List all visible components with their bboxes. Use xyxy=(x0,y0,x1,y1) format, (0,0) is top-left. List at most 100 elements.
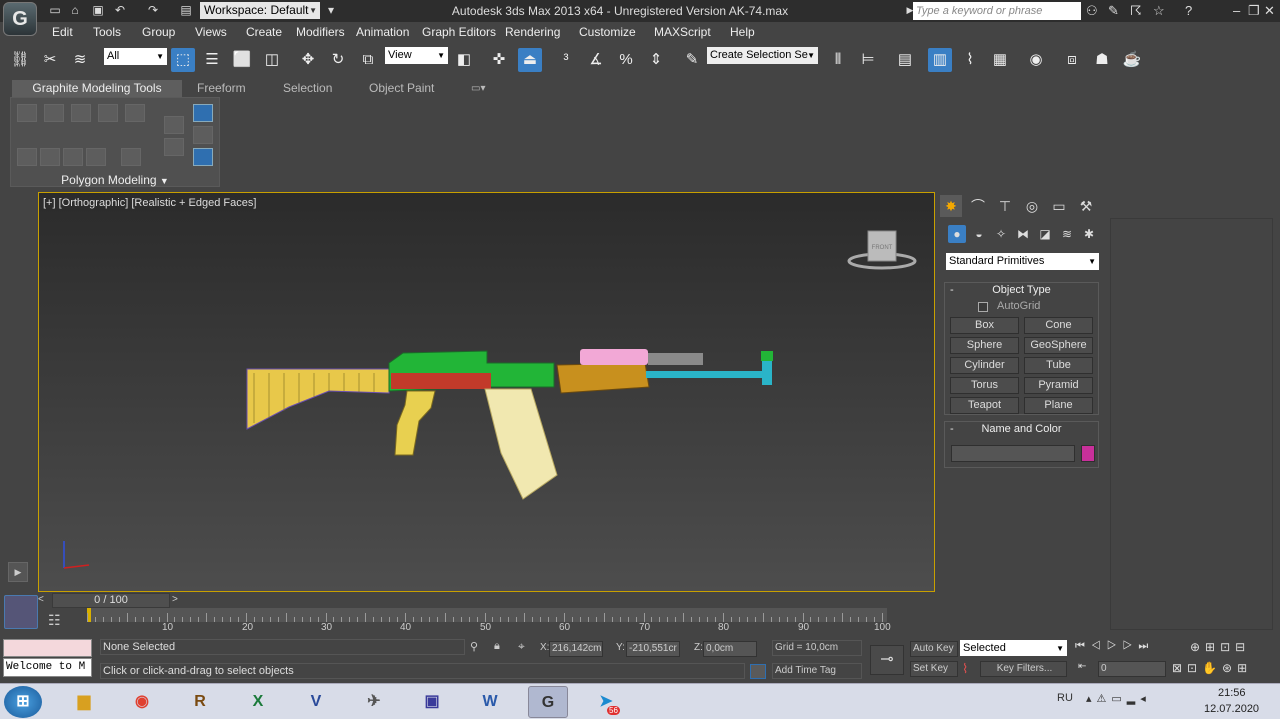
edit-polygon-icon[interactable] xyxy=(98,104,118,122)
close-icon[interactable]: ✕ xyxy=(1264,3,1275,19)
menu-edit[interactable]: Edit xyxy=(52,25,73,39)
edit-named-selection-icon[interactable]: ✎ xyxy=(680,48,704,72)
cameras-icon[interactable]: ⧓ xyxy=(1014,225,1032,243)
favorites-icon[interactable]: ☆ xyxy=(1153,3,1165,19)
collapse-stack-icon[interactable] xyxy=(121,148,141,166)
snaps-toggle-icon[interactable]: ³ xyxy=(554,48,578,72)
cone-button[interactable]: Cone xyxy=(1024,317,1093,334)
redo-icon[interactable]: ↷ xyxy=(145,3,161,18)
tray-icons[interactable]: ▴⚠▭▂◂ xyxy=(1086,692,1151,705)
menu-customize[interactable]: Customize xyxy=(579,25,636,39)
next-modifier-icon[interactable] xyxy=(63,148,83,166)
space-warps-icon[interactable]: ≋ xyxy=(1058,225,1076,243)
maxscript-listener[interactable]: Welcome to M xyxy=(3,658,92,677)
save-app-icon[interactable]: ▣ xyxy=(412,686,452,718)
reference-coordinate-dropdown[interactable]: View ▼ xyxy=(385,47,448,64)
keyboard-shortcut-override-icon[interactable]: ⏏ xyxy=(518,48,542,72)
previous-modifier-icon[interactable] xyxy=(40,148,60,166)
application-button[interactable]: G xyxy=(3,2,37,36)
auto-key-button[interactable]: Auto Key xyxy=(910,641,958,657)
render-production-icon[interactable]: ☕ xyxy=(1120,48,1144,72)
menu-help[interactable]: Help xyxy=(730,25,755,39)
lock-selection-icon[interactable]: 🔒︎ xyxy=(494,640,500,653)
create-tab-icon[interactable]: ✸ xyxy=(940,195,962,217)
default-tangent-icon[interactable]: ⌇ xyxy=(962,661,968,677)
3dsmax-taskbar-icon[interactable]: G xyxy=(528,686,568,718)
binoculars-icon[interactable]: ⚇ xyxy=(1086,3,1098,19)
render-setup-icon[interactable]: ⧈ xyxy=(1060,48,1084,72)
selection-filter-dropdown[interactable]: All ▼ xyxy=(104,48,167,65)
menu-graph-editors[interactable]: Graph Editors xyxy=(422,25,496,39)
viewport-navigation-controls[interactable]: ⊕⊞⊡⊟ xyxy=(1190,640,1250,654)
winrar-icon[interactable]: R xyxy=(180,686,220,718)
lights-icon[interactable]: ✧ xyxy=(992,225,1010,243)
menu-rendering[interactable]: Rendering xyxy=(505,25,560,39)
menu-group[interactable]: Group xyxy=(142,25,175,39)
select-object-icon[interactable]: ⬚ xyxy=(171,48,195,72)
clock-time[interactable]: 21:56 xyxy=(1218,687,1246,699)
box-button[interactable]: Box xyxy=(950,317,1019,334)
z-coordinate-field[interactable]: 0,0cm xyxy=(703,641,757,657)
tab-graphite-modeling-tools[interactable]: Graphite Modeling Tools xyxy=(12,80,182,97)
display-tab-icon[interactable]: ▭ xyxy=(1048,195,1070,217)
name-and-color-header[interactable]: - Name and Color xyxy=(945,422,1098,437)
undo-icon[interactable]: ↶ xyxy=(112,3,128,18)
motion-tab-icon[interactable]: ◎ xyxy=(1021,195,1043,217)
menu-views[interactable]: Views xyxy=(195,25,227,39)
show-end-result-icon[interactable] xyxy=(193,104,213,122)
subscription-icon[interactable]: ✎ xyxy=(1108,3,1119,19)
sphere-button[interactable]: Sphere xyxy=(950,337,1019,354)
layer-manager-icon[interactable]: ▤ xyxy=(893,48,917,72)
plane-button[interactable]: Plane xyxy=(1024,397,1093,414)
mirror-icon[interactable]: ⫴ xyxy=(826,48,850,72)
maxscript-listener-top[interactable] xyxy=(3,639,92,657)
systems-icon[interactable]: ✱ xyxy=(1080,225,1098,243)
shrink-selection-icon[interactable] xyxy=(193,126,213,144)
project-folder-icon[interactable]: ▤ xyxy=(178,3,194,18)
communication-icon[interactable]: ☈ xyxy=(1130,3,1142,19)
toggle-command-mode-icon[interactable] xyxy=(164,116,184,134)
pivot-center-icon[interactable]: ◧ xyxy=(452,48,476,72)
torus-button[interactable]: Torus xyxy=(950,377,1019,394)
geometry-icon[interactable]: ● xyxy=(948,225,966,243)
timeline-track[interactable]: 10 20 30 40 50 60 70 80 90 100 xyxy=(87,608,891,636)
helpers-icon[interactable]: ◪ xyxy=(1036,225,1054,243)
telegram-icon[interactable]: ➤ xyxy=(586,686,626,718)
time-slider[interactable]: 0 / 100 xyxy=(52,593,170,608)
hierarchy-tab-icon[interactable]: ⊤ xyxy=(994,195,1016,217)
add-time-tag[interactable]: Add Time Tag xyxy=(772,663,862,679)
expand-panel-icon[interactable]: ▶ xyxy=(8,562,28,582)
curve-editor-icon[interactable]: ⌇ xyxy=(958,48,982,72)
key-filters-button[interactable]: Key Filters... xyxy=(980,661,1067,677)
rotate-icon[interactable]: ↻ xyxy=(326,48,350,72)
open-file-icon[interactable]: ⌂ xyxy=(67,3,83,18)
playback-controls[interactable]: ⏮◁▷▷⏭ xyxy=(1075,640,1154,653)
tab-selection[interactable]: Selection xyxy=(283,80,332,97)
modify-tab-icon[interactable]: ⌒ xyxy=(967,195,989,217)
viewport-navigation-controls-2[interactable]: ⊠⊡✋⊛⊞ xyxy=(1172,661,1252,675)
geosphere-button[interactable]: GeoSphere xyxy=(1024,337,1093,354)
tab-freeform[interactable]: Freeform xyxy=(197,80,246,97)
edit-element-icon[interactable] xyxy=(125,104,145,122)
select-manipulate-icon[interactable]: ✜ xyxy=(487,48,511,72)
new-file-icon[interactable]: ▭ xyxy=(47,3,63,18)
help-icon[interactable]: ? xyxy=(1185,3,1192,18)
track-view-icon[interactable]: ☷ xyxy=(48,612,70,632)
window-crossing-icon[interactable]: ◫ xyxy=(260,48,284,72)
minimize-icon[interactable]: – xyxy=(1233,3,1240,18)
y-coordinate-field[interactable]: -210,551cr xyxy=(626,641,680,657)
save-icon[interactable]: ▣ xyxy=(90,3,106,18)
viewcube[interactable]: FRONT xyxy=(847,230,917,270)
rectangular-selection-icon[interactable]: ⬜ xyxy=(230,48,254,72)
viewport[interactable]: [+] [Orthographic] [Realistic + Edged Fa… xyxy=(38,192,935,592)
cylinder-button[interactable]: Cylinder xyxy=(950,357,1019,374)
restore-icon[interactable]: ❐ xyxy=(1248,3,1260,19)
percent-snap-icon[interactable]: % xyxy=(614,48,638,72)
start-button[interactable]: ⊞ xyxy=(4,686,42,718)
menu-tools[interactable]: Tools xyxy=(93,25,121,39)
modifier-stack-icon[interactable] xyxy=(17,148,37,166)
current-frame-field[interactable]: 0 xyxy=(1098,661,1166,677)
spinner-snap-icon[interactable]: ⇕ xyxy=(644,48,668,72)
autogrid-checkbox[interactable] xyxy=(978,302,988,312)
grow-selection-icon[interactable] xyxy=(193,148,213,166)
